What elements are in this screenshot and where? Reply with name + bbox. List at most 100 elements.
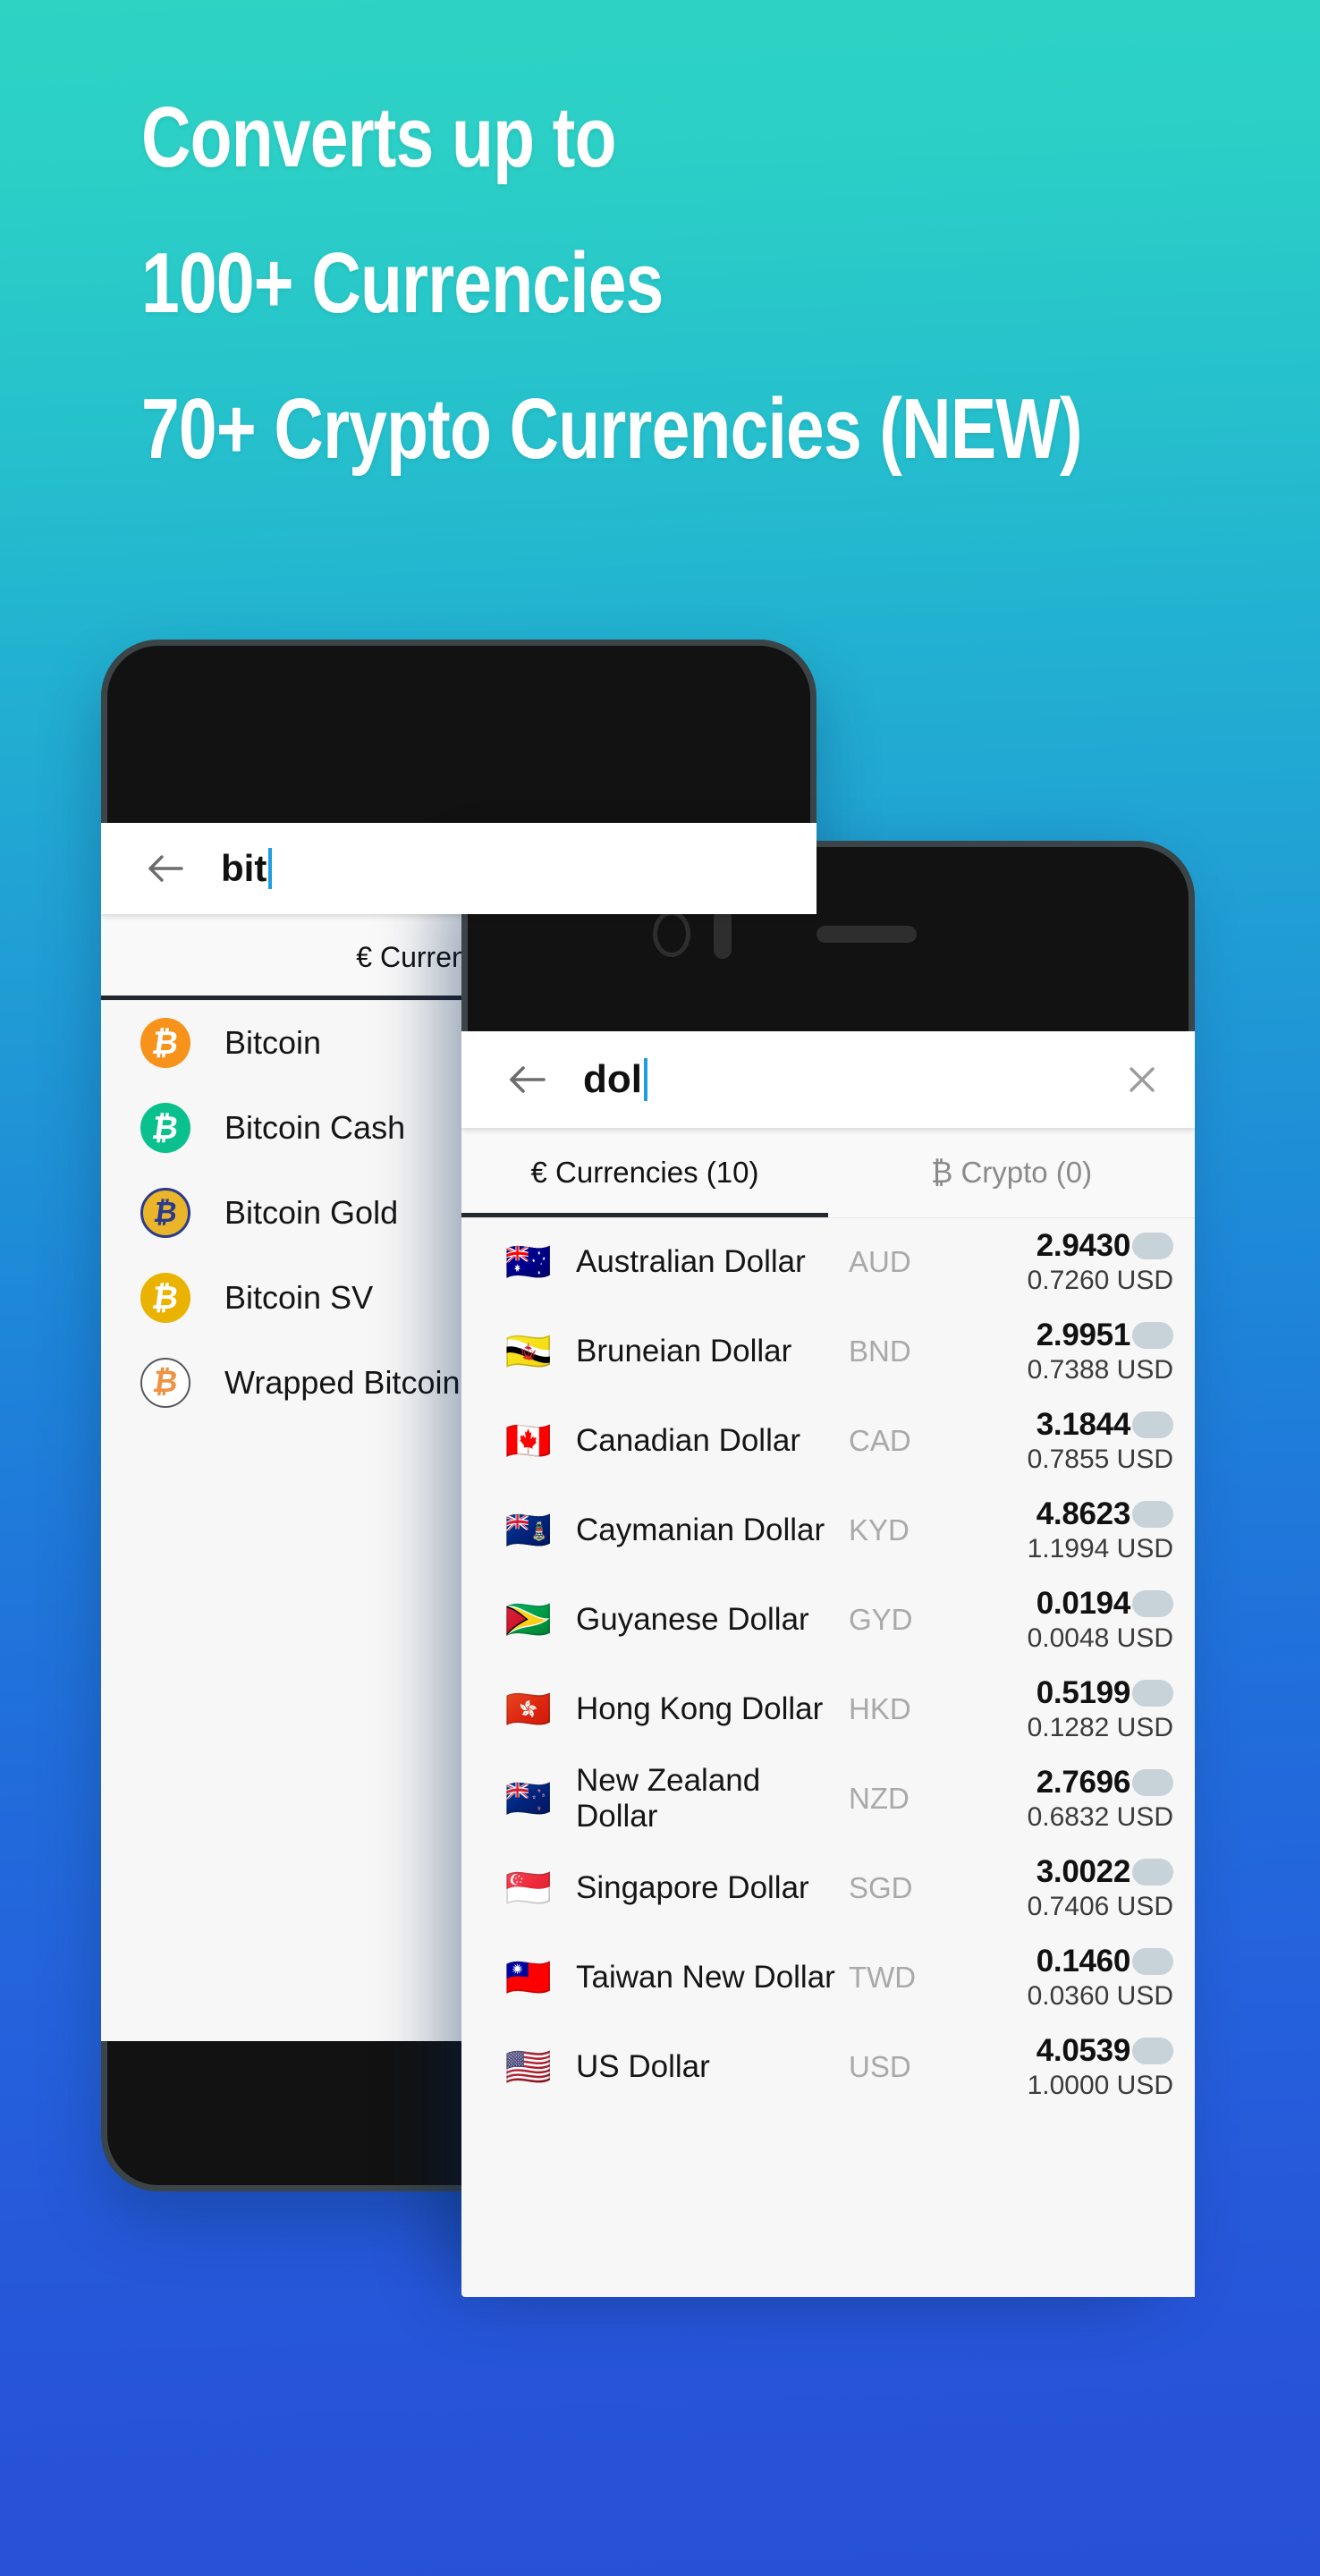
proximity-sensor-icon xyxy=(714,909,732,959)
currency-code: GYD xyxy=(849,1603,913,1636)
currency-code: HKD xyxy=(849,1692,911,1725)
rate-loading-pill xyxy=(1132,1769,1173,1796)
bitcoin-gold-icon: ₿ xyxy=(140,1187,190,1238)
phone-device-front: dol € Currencies (10) ₿ Crypto (0) 🇦🇺 Aus… xyxy=(461,841,1195,2297)
tab-crypto[interactable]: ₿ Crypto (0) xyxy=(828,1128,1195,1217)
currency-code: AUD xyxy=(849,1245,911,1278)
tab-currencies-label: € Currencies (10) xyxy=(530,1156,759,1189)
currency-name: Guyanese Dollar xyxy=(576,1602,809,1637)
crypto-name: Bitcoin SV xyxy=(224,1278,374,1316)
headline-line-3: 70+ Crypto Currencies (NEW) xyxy=(141,381,1083,477)
country-flag-icon: 🇧🇳 xyxy=(504,1330,553,1372)
rate-cell: 2.7696 0.6832 USD xyxy=(1028,1765,1173,1833)
search-input-front[interactable]: dol xyxy=(563,1057,1111,1102)
usd-value: 0.7388 USD xyxy=(1027,1355,1173,1385)
country-flag-icon: 🇬🇾 xyxy=(504,1598,553,1640)
rate-cell: 3.1844 0.7855 USD xyxy=(1028,1407,1173,1475)
currency-code: CAD xyxy=(849,1424,911,1457)
back-arrow-icon[interactable] xyxy=(490,1031,563,1128)
usd-value: 0.7406 USD xyxy=(1027,1892,1173,1921)
text-caret xyxy=(643,1058,647,1101)
conversion-rate: 2.9430 xyxy=(1036,1228,1131,1263)
tab-currencies[interactable]: € Currencies (10) xyxy=(461,1128,828,1217)
currency-code: NZD xyxy=(849,1782,910,1815)
front-camera-icon xyxy=(653,911,690,957)
conversion-rate: 0.1460 xyxy=(1036,1944,1131,1979)
table-row[interactable]: 🇳🇿 New Zealand Dollar NZD 2.7696 0.6832 USD xyxy=(461,1754,1195,1843)
conversion-rate: 0.5199 xyxy=(1036,1675,1131,1710)
bitcoin-icon: ₿ xyxy=(140,1017,190,1068)
conversion-rate: 3.1844 xyxy=(1036,1407,1131,1442)
table-row[interactable]: 🇭🇰 Hong Kong Dollar HKD 0.5199 0.1282 USD xyxy=(461,1665,1195,1754)
search-input-back[interactable]: bit xyxy=(201,847,817,890)
country-flag-icon: 🇨🇦 xyxy=(504,1419,553,1462)
rate-cell: 0.5199 0.1282 USD xyxy=(1028,1675,1173,1743)
crypto-name: Wrapped Bitcoin xyxy=(224,1363,461,1401)
currency-code: KYD xyxy=(849,1513,910,1546)
rate-cell: 4.8623 1.1994 USD xyxy=(1028,1496,1173,1564)
rate-cell: 2.9951 0.7388 USD xyxy=(1028,1318,1173,1385)
currency-name: Bruneian Dollar xyxy=(576,1334,792,1368)
tab-crypto-label: ₿ Crypto (0) xyxy=(930,1156,1093,1189)
country-flag-icon: 🇺🇸 xyxy=(504,2046,553,2088)
conversion-rate: 3.0022 xyxy=(1036,1854,1131,1889)
table-row[interactable]: 🇧🇳 Bruneian Dollar BND 2.9951 0.7388 USD xyxy=(461,1307,1195,1396)
earpiece-speaker-icon xyxy=(817,926,917,943)
rate-loading-pill xyxy=(1132,1680,1173,1707)
currency-results-list: 🇦🇺 Australian Dollar AUD 2.9430 0.7260 USD 🇧🇳… xyxy=(461,1217,1195,2112)
usd-value: 0.7855 USD xyxy=(1027,1445,1173,1474)
usd-value: 0.0360 USD xyxy=(1027,1981,1173,2011)
currency-name: New Zealand Dollar xyxy=(576,1763,761,1834)
conversion-rate: 2.9951 xyxy=(1036,1318,1131,1352)
currency-code: USD xyxy=(849,2050,911,2083)
search-appbar-front: dol xyxy=(461,1031,1195,1128)
table-row[interactable]: 🇺🇸 US Dollar USD 4.0539 1.0000 USD xyxy=(461,2022,1195,2112)
wrapped-bitcoin-icon: ₿ xyxy=(140,1357,190,1408)
table-row[interactable]: 🇬🇾 Guyanese Dollar GYD 0.0194 0.0048 USD xyxy=(461,1575,1195,1665)
bitcoin-cash-icon: ₿ xyxy=(140,1102,190,1153)
back-arrow-icon[interactable] xyxy=(130,823,201,914)
rate-loading-pill xyxy=(1132,1322,1173,1349)
crypto-name: Bitcoin Gold xyxy=(224,1193,399,1231)
currency-name: Singapore Dollar xyxy=(576,1870,809,1905)
usd-value: 0.1282 USD xyxy=(1027,1713,1173,1742)
currency-code: SGD xyxy=(849,1871,913,1904)
country-flag-icon: 🇦🇺 xyxy=(504,1241,553,1283)
crypto-name: Bitcoin xyxy=(224,1023,322,1061)
rate-cell: 0.1460 0.0360 USD xyxy=(1028,1944,1173,2012)
table-row[interactable]: 🇦🇺 Australian Dollar AUD 2.9430 0.7260 USD xyxy=(461,1217,1195,1307)
tabbar-front: € Currencies (10) ₿ Crypto (0) xyxy=(461,1128,1195,1217)
search-query-back: bit xyxy=(221,847,267,889)
headline-line-1: Converts up to xyxy=(141,89,616,185)
currency-name: Canadian Dollar xyxy=(576,1423,800,1458)
usd-value: 1.0000 USD xyxy=(1027,2071,1173,2100)
table-row[interactable]: 🇹🇼 Taiwan New Dollar TWD 0.1460 0.0360 USD xyxy=(461,1933,1195,2022)
currency-name: Hong Kong Dollar xyxy=(576,1691,824,1726)
country-flag-icon: 🇳🇿 xyxy=(504,1777,553,1819)
rate-cell: 4.0539 1.0000 USD xyxy=(1028,2033,1173,2101)
table-row[interactable]: 🇸🇬 Singapore Dollar SGD 3.0022 0.7406 USD xyxy=(461,1843,1195,1933)
currency-code: TWD xyxy=(849,1961,917,1994)
rate-cell: 2.9430 0.7260 USD xyxy=(1028,1228,1173,1296)
promo-headline: Converts up to 100+ Currencies 70+ Crypt… xyxy=(141,64,1083,502)
rate-loading-pill xyxy=(1132,1411,1173,1438)
table-row[interactable]: 🇨🇦 Canadian Dollar CAD 3.1844 0.7855 USD xyxy=(461,1396,1195,1486)
currency-name: Australian Dollar xyxy=(576,1244,806,1279)
rate-loading-pill xyxy=(1132,1590,1173,1617)
currency-code: BND xyxy=(849,1335,911,1368)
text-caret xyxy=(268,848,273,889)
table-row[interactable]: 🇰🇾 Caymanian Dollar KYD 4.8623 1.1994 USD xyxy=(461,1486,1195,1575)
rate-cell: 3.0022 0.7406 USD xyxy=(1028,1854,1173,1922)
country-flag-icon: 🇭🇰 xyxy=(504,1688,553,1730)
rate-loading-pill xyxy=(1132,1233,1173,1259)
usd-value: 0.7260 USD xyxy=(1027,1266,1173,1295)
country-flag-icon: 🇰🇾 xyxy=(504,1509,553,1551)
search-appbar-back: bit xyxy=(101,823,817,914)
conversion-rate: 2.7696 xyxy=(1036,1765,1131,1800)
rate-loading-pill xyxy=(1132,1501,1173,1528)
app-screen-front: dol € Currencies (10) ₿ Crypto (0) 🇦🇺 Aus… xyxy=(461,1031,1195,2297)
conversion-rate: 4.0539 xyxy=(1036,2033,1131,2068)
search-query-front: dol xyxy=(583,1057,642,1101)
rate-loading-pill xyxy=(1132,2038,1173,2064)
close-icon[interactable] xyxy=(1111,1031,1173,1128)
